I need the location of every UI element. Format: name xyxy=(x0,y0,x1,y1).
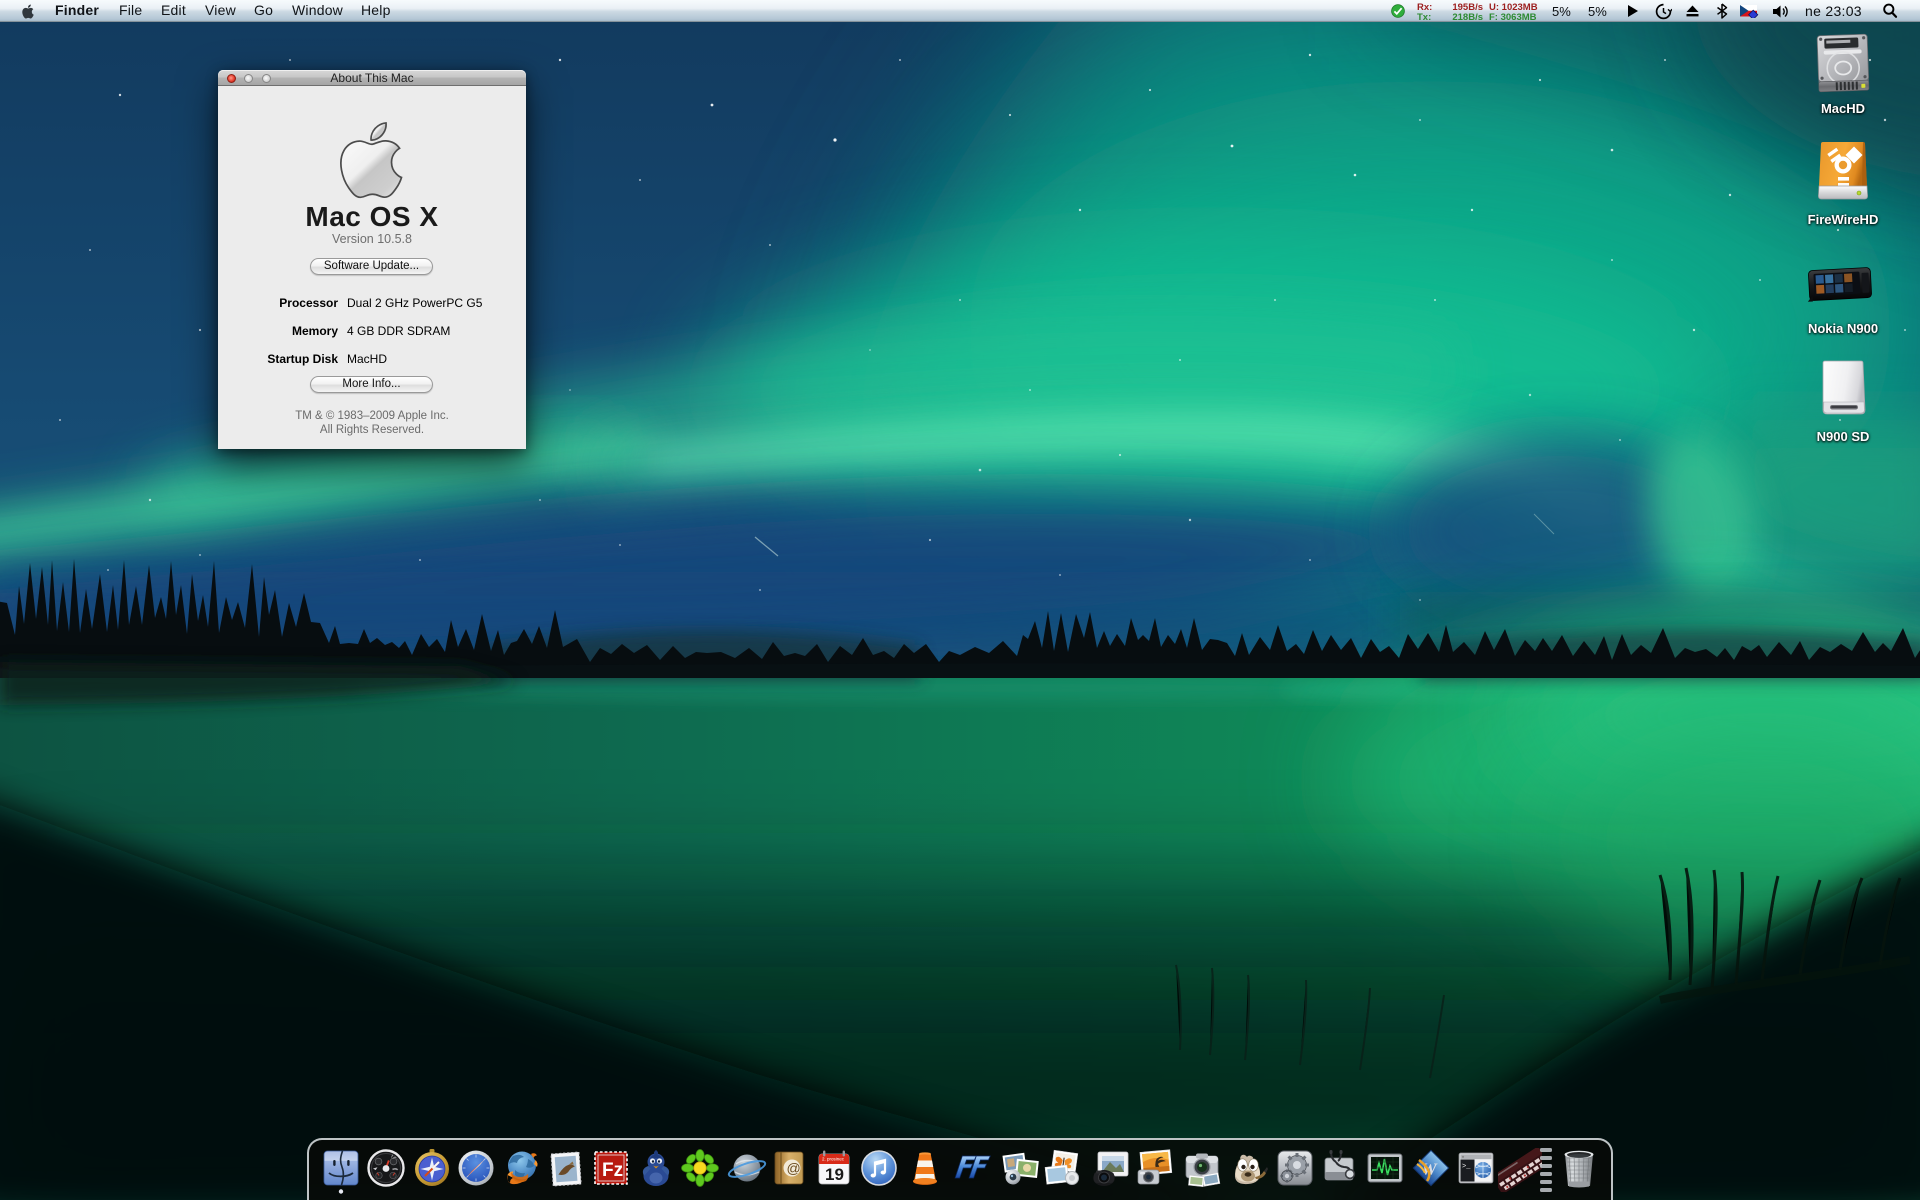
svg-text:2. prosinec: 2. prosinec xyxy=(822,1157,845,1162)
svg-text:>_: >_ xyxy=(1462,1163,1471,1171)
svg-text:19: 19 xyxy=(825,1165,844,1184)
svg-text:Fz: Fz xyxy=(602,1160,623,1181)
svg-text:@: @ xyxy=(787,1160,801,1176)
